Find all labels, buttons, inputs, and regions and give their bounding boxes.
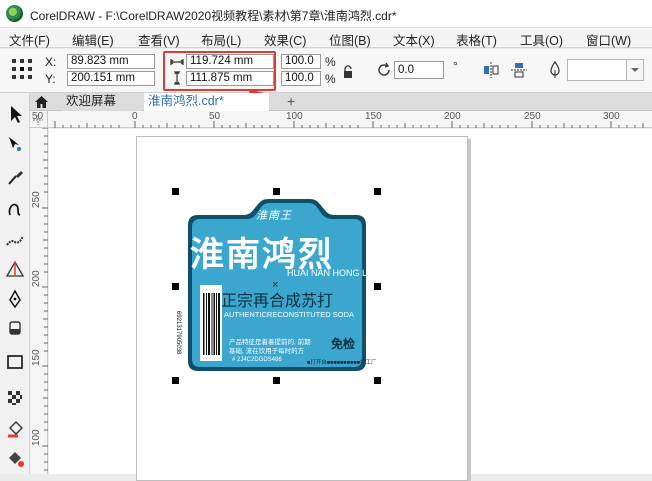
x-position-field[interactable]: 89.823 mm: [67, 54, 155, 69]
selection-handle-tr[interactable]: [374, 188, 381, 195]
label-top-text: 淮南王: [256, 210, 292, 222]
add-tab-button[interactable]: +: [287, 93, 295, 109]
label-pinyin: HUAI NAN HONG LIE: [287, 268, 376, 278]
menu-tools[interactable]: 工具(O): [520, 30, 563, 49]
selection-handle-bc[interactable]: [273, 377, 280, 384]
window-title: CorelDRAW - F:\CorelDRAW2020视频教程\素材\第7章\…: [30, 9, 397, 23]
rectangle-tool[interactable]: [4, 351, 26, 373]
lock-ratio-icon[interactable]: [342, 65, 354, 79]
vruler-label-100: 100: [31, 429, 42, 446]
horizontal-ruler[interactable]: 50 0 50 100 150 200 250 300: [32, 111, 652, 128]
selection-handle-bl[interactable]: [172, 377, 179, 384]
x-label: X:: [45, 55, 57, 69]
shape-tool[interactable]: [4, 133, 26, 155]
vruler-label-250: 250: [31, 191, 42, 208]
vertical-ruler-ticks: [42, 128, 48, 471]
label-desc-2: 基础, 流在饮用于每时的方: [229, 348, 305, 355]
label-footer: # 2J4C2DGDS486: [232, 357, 282, 363]
percent-label-h: %: [325, 72, 336, 86]
label-footer-2: ■打开自■■■■■■■■■■打工厂: [307, 360, 377, 366]
ruler-label-250: 250: [524, 111, 541, 122]
ruler-label-0: 0: [132, 111, 138, 122]
mirror-vertical-icon[interactable]: [510, 61, 528, 79]
toolbox: [0, 93, 30, 474]
selection-handle-tl[interactable]: [172, 188, 179, 195]
menu-view[interactable]: 查看(V): [138, 30, 180, 49]
coreldraw-logo-icon: [6, 5, 23, 22]
ruler-label-200: 200: [444, 111, 461, 122]
degree-label: °: [453, 59, 458, 73]
tab-document[interactable]: 淮南鸿烈.cdr*: [144, 93, 269, 111]
menu-text[interactable]: 文本(X): [393, 30, 435, 49]
tab-welcome-screen[interactable]: 欢迎屏幕: [62, 93, 142, 111]
selection-handle-br[interactable]: [374, 377, 381, 384]
parallel-dimension-tool[interactable]: [4, 258, 26, 280]
transparency-tool[interactable]: [4, 387, 26, 409]
menu-effects[interactable]: 效果(C): [264, 30, 306, 49]
rotation-field[interactable]: 0.0: [394, 61, 444, 79]
title-bar: CorelDRAW - F:\CorelDRAW2020视频教程\素材\第7章\…: [0, 0, 652, 28]
vruler-label-200: 200: [31, 270, 42, 287]
menu-file[interactable]: 文件(F): [9, 30, 50, 49]
outline-pen-icon[interactable]: [549, 61, 561, 79]
tab-document-label: 淮南鸿烈.cdr*: [148, 94, 224, 108]
menu-bar: 文件(F) 编辑(E) 查看(V) 布局(L) 效果(C) 位图(B) 文本(X…: [0, 28, 652, 48]
ruler-label-neg: 50: [32, 111, 44, 122]
percent-label-w: %: [325, 55, 336, 69]
horizontal-ruler-ticks: [54, 121, 644, 128]
home-icon[interactable]: [34, 95, 49, 109]
ruler-label-300: 300: [603, 111, 620, 122]
property-bar: X: Y: 89.823 mm 200.151 mm 119.724 mm 11…: [0, 49, 652, 93]
y-label: Y:: [45, 72, 56, 86]
eraser-tool[interactable]: [4, 317, 26, 339]
center-marker-icon: ×: [272, 279, 279, 291]
selection-handle-tc[interactable]: [273, 188, 280, 195]
scale-height-field[interactable]: 100.0: [281, 71, 321, 86]
selection-handle-ml[interactable]: [172, 283, 179, 290]
label-seal: 免检: [331, 337, 356, 351]
ruler-label-50: 50: [209, 111, 221, 122]
outline-width-select[interactable]: [567, 59, 627, 81]
ruler-label-150: 150: [365, 111, 382, 122]
pick-tool[interactable]: [4, 103, 26, 125]
rotate-icon: [378, 62, 390, 76]
vertical-ruler[interactable]: 250 200 150 100: [30, 128, 48, 474]
pen-tool[interactable]: [4, 288, 26, 310]
freehand-tool[interactable]: [4, 198, 26, 220]
selection-handle-mr[interactable]: [374, 283, 381, 290]
chevron-down-icon: [631, 68, 639, 72]
document-tab-bar: 欢迎屏幕 淮南鸿烈.cdr* +: [30, 93, 652, 111]
interactive-fill-tool[interactable]: [4, 418, 26, 440]
artistic-media-tool[interactable]: [4, 228, 26, 250]
label-english: AUTHENTICRECONSTITUTED SODA: [224, 310, 355, 319]
object-origin-icon[interactable]: [10, 57, 34, 81]
menu-bitmap[interactable]: 位图(B): [329, 30, 371, 49]
crop-tool[interactable]: [4, 167, 26, 189]
y-position-field[interactable]: 200.151 mm: [67, 71, 155, 86]
menu-edit[interactable]: 编辑(E): [72, 30, 114, 49]
outline-width-dropdown[interactable]: [627, 59, 644, 81]
smart-fill-tool[interactable]: [4, 448, 26, 470]
drawing-canvas[interactable]: 淮南王 淮南鸿烈 HUAI NAN HONG LIE 正宗再合成苏打 AUTHE…: [49, 129, 652, 481]
barcode-number: 6921317905038: [175, 311, 181, 355]
ruler-label-100: 100: [286, 111, 303, 122]
vruler-label-150: 150: [31, 349, 42, 366]
scale-width-field[interactable]: 100.0: [281, 54, 321, 69]
menu-window[interactable]: 窗口(W): [586, 30, 631, 49]
menu-layout[interactable]: 布局(L): [201, 30, 241, 49]
menu-table[interactable]: 表格(T): [456, 30, 497, 49]
mirror-horizontal-icon[interactable]: [482, 61, 500, 79]
